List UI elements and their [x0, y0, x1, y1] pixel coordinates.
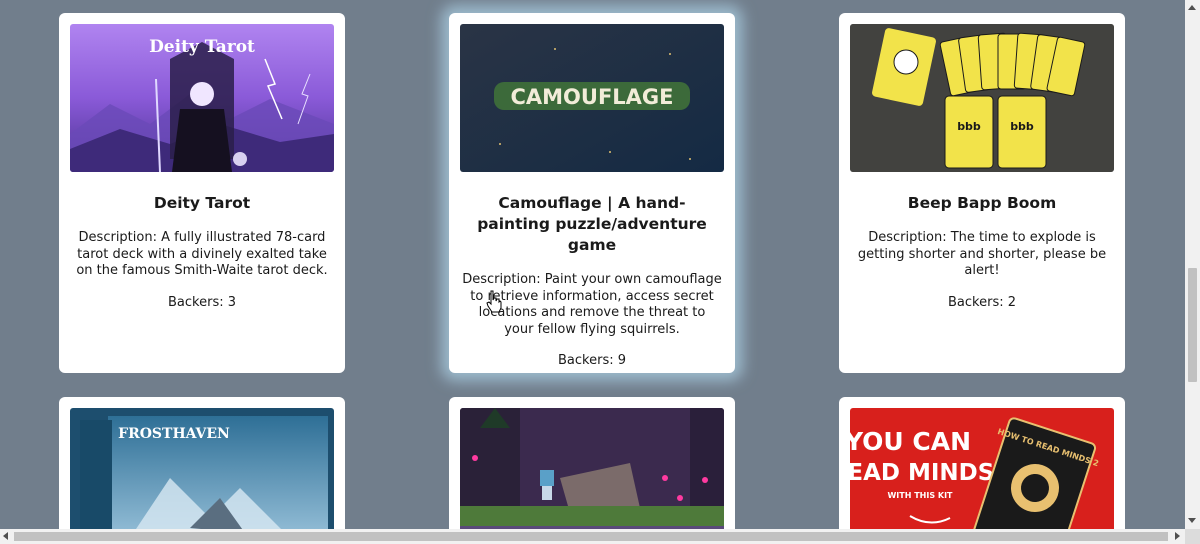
scroll-down-arrow-icon[interactable]: [1188, 518, 1196, 523]
project-image[interactable]: Deity Tarot: [70, 24, 334, 172]
project-title: Beep Bapp Boom: [907, 194, 1057, 212]
project-image[interactable]: FROSTHAVEN: [70, 408, 334, 529]
horizontal-scrollbar[interactable]: [0, 529, 1185, 544]
project-image[interactable]: YOU CAN READ MINDS WITH THIS KIT HOW TO …: [850, 408, 1114, 529]
project-image[interactable]: CAMOUFLAGE: [460, 24, 724, 172]
project-card-frosthaven[interactable]: FROSTHAVEN: [59, 397, 345, 529]
project-grid: Deity Tarot Deity Tarot Description: A f…: [0, 0, 1185, 529]
image-caption: bbb: [957, 120, 981, 133]
image-caption-line2: READ MINDS: [850, 460, 994, 486]
horizontal-scroll-thumb[interactable]: [14, 532, 1168, 541]
project-backers: Backers: 3: [168, 294, 236, 310]
scrollbar-corner: [1185, 529, 1200, 544]
project-image[interactable]: [460, 408, 724, 529]
hand-cursor-icon: [486, 290, 502, 318]
project-title: Deity Tarot: [153, 194, 251, 212]
vertical-scroll-thumb[interactable]: [1188, 268, 1197, 382]
image-caption: FROSTHAVEN: [118, 426, 230, 442]
image-caption-2: bbb: [1010, 120, 1034, 133]
project-card-read-minds[interactable]: YOU CAN READ MINDS WITH THIS KIT HOW TO …: [839, 397, 1125, 529]
project-card-camouflage[interactable]: CAMOUFLAGE Camouflage | A hand-painting …: [449, 13, 735, 373]
project-backers: Backers: 2: [948, 294, 1016, 310]
project-card-deity-tarot[interactable]: Deity Tarot Deity Tarot Description: A f…: [59, 13, 345, 373]
project-card-pixel-game[interactable]: [449, 397, 735, 529]
image-caption: CAMOUFLAGE: [510, 85, 673, 109]
image-caption-line3: WITH THIS KIT: [887, 491, 953, 500]
scroll-up-arrow-icon[interactable]: [1188, 5, 1196, 10]
project-card-beep-bapp-boom[interactable]: bbb bbb Beep Bapp Boom Description: The …: [839, 13, 1125, 373]
project-description: Description: The time to explode is gett…: [857, 230, 1107, 278]
scroll-left-arrow-icon[interactable]: [3, 532, 8, 540]
project-backers: Backers: 9: [558, 353, 626, 368]
image-caption: Deity Tarot: [149, 37, 255, 57]
image-caption-line1: YOU CAN: [850, 427, 971, 456]
project-image[interactable]: bbb bbb: [850, 24, 1114, 172]
project-title: Camouflage | A hand-painting puzzle/adve…: [477, 194, 707, 254]
scroll-right-arrow-icon[interactable]: [1175, 532, 1180, 540]
project-description: Description: A fully illustrated 78-card…: [76, 230, 328, 278]
vertical-scrollbar[interactable]: [1185, 0, 1200, 529]
